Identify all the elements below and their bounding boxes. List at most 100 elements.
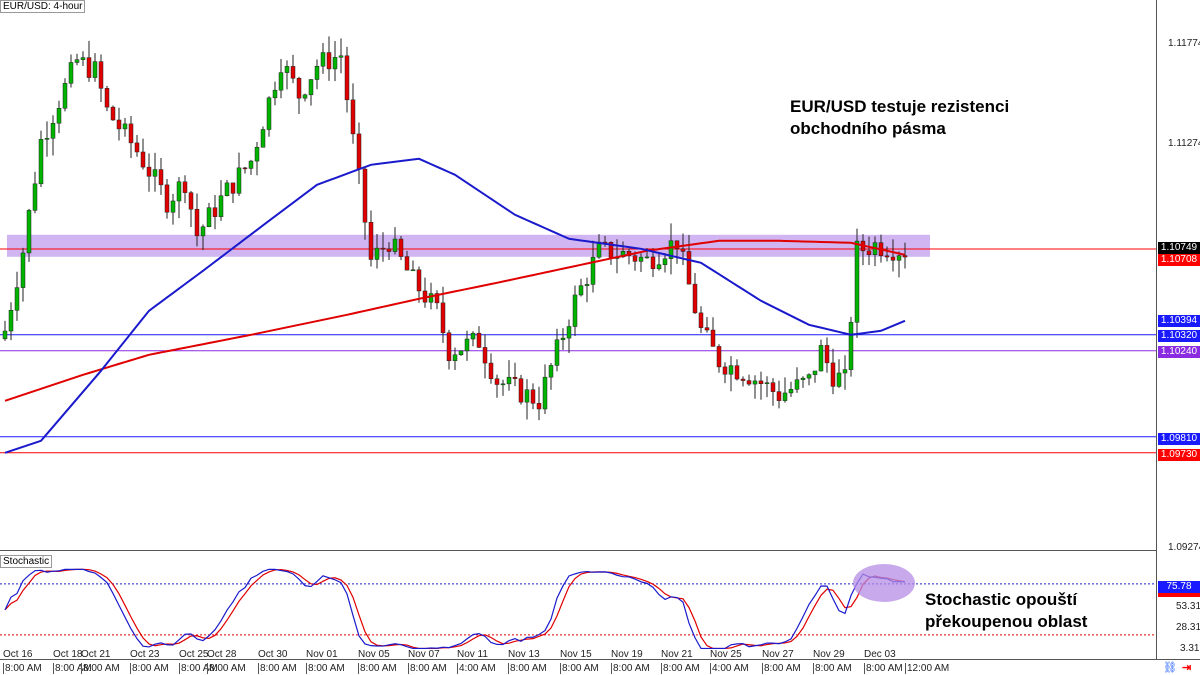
candle-body xyxy=(164,184,170,213)
link-icon[interactable]: ⛓ xyxy=(1163,661,1177,674)
candle-body xyxy=(68,62,74,84)
candle-body xyxy=(644,256,650,259)
candle-body xyxy=(902,255,908,258)
candle-body xyxy=(536,403,542,410)
price-tag: 1.09730 xyxy=(1158,449,1200,461)
date-label: Nov 05 xyxy=(358,649,390,660)
price-tick: 1.09274 xyxy=(1168,542,1200,553)
candle-body xyxy=(368,221,374,260)
candle-body xyxy=(896,255,902,261)
candle-body xyxy=(650,256,656,270)
candle-body xyxy=(362,168,368,223)
date-label: Oct 28 xyxy=(207,649,237,660)
time-label: 8:00 AM xyxy=(258,663,297,674)
candle-body xyxy=(44,138,50,140)
price-tag: 1.10708 xyxy=(1158,254,1200,266)
candle-body xyxy=(284,66,290,73)
candle-body xyxy=(260,129,266,148)
time-label: 8:00 AM xyxy=(130,663,169,674)
candle-body xyxy=(560,337,566,340)
candle-body xyxy=(524,389,530,403)
annotation-line: Stochastic opouští xyxy=(925,590,1078,609)
date-label: Nov 21 xyxy=(661,649,693,660)
date-label: Oct 30 xyxy=(258,649,288,660)
candle-body xyxy=(338,55,344,58)
candle-body xyxy=(722,366,728,375)
candle-body xyxy=(710,329,716,347)
stoch-tick: 53.31 xyxy=(1176,601,1200,612)
stoch-d-line xyxy=(4,568,906,650)
candle-body xyxy=(308,79,314,96)
candle-body xyxy=(92,61,98,78)
candle-body xyxy=(32,183,38,211)
candle-body xyxy=(194,208,200,237)
candle-body xyxy=(794,379,800,390)
candle-body xyxy=(56,108,62,124)
time-label: 8:00 AM xyxy=(207,663,246,674)
candle-body xyxy=(818,345,824,372)
candle-body xyxy=(236,167,242,194)
candle-body xyxy=(134,142,140,153)
candle-body xyxy=(128,123,134,144)
candle-body xyxy=(224,182,230,197)
candle-body xyxy=(458,350,464,356)
stoch-d-tag xyxy=(1158,593,1200,597)
price-tick: 1.11774 xyxy=(1168,38,1200,49)
candle-body xyxy=(824,345,830,364)
annotation-main: EUR/USD testuje rezistenci obchodního pá… xyxy=(790,96,1009,140)
time-label: 12:00 AM xyxy=(905,663,950,674)
candle-body xyxy=(38,139,44,185)
time-label: 8:00 AM xyxy=(864,663,903,674)
candle-body xyxy=(704,327,710,331)
chart-canvas[interactable] xyxy=(0,0,1200,675)
candle-body xyxy=(152,169,158,177)
candle-body xyxy=(632,255,638,262)
date-label: Nov 11 xyxy=(457,649,488,660)
candle-body xyxy=(572,294,578,327)
time-label: 4:00 AM xyxy=(710,663,749,674)
candle-body xyxy=(392,238,398,252)
candle-body xyxy=(410,269,416,272)
chart-title: EUR/USD: 4-hour xyxy=(0,0,86,13)
candle-body xyxy=(218,195,224,217)
candle-body xyxy=(80,57,86,60)
candle-body xyxy=(482,347,488,364)
candle-body xyxy=(542,376,548,410)
candle-body xyxy=(638,256,644,262)
candle-body xyxy=(314,66,320,80)
date-label: Oct 21 xyxy=(81,649,111,660)
candle-body xyxy=(680,248,686,252)
candle-body xyxy=(170,200,176,213)
candle-body xyxy=(584,284,590,286)
candle-body xyxy=(158,169,164,186)
candle-body xyxy=(2,330,8,340)
candle-body xyxy=(476,332,482,348)
time-label: 8:00 AM xyxy=(3,663,42,674)
candle-body xyxy=(146,166,152,177)
candle-body xyxy=(104,88,110,108)
candle-body xyxy=(386,248,392,252)
date-label: Nov 15 xyxy=(560,649,592,660)
candle-body xyxy=(596,241,602,258)
candle-body xyxy=(506,376,512,385)
candle-body xyxy=(20,252,26,288)
price-tag: 1.10749 xyxy=(1158,242,1200,254)
stoch-tick: 3.31 xyxy=(1180,643,1200,654)
time-label: 8:00 AM xyxy=(306,663,345,674)
candle-body xyxy=(488,362,494,380)
candle-body xyxy=(692,283,698,314)
candle-body xyxy=(278,72,284,91)
time-label: 8:00 AM xyxy=(560,663,599,674)
date-label: Nov 25 xyxy=(710,649,742,660)
candle-body xyxy=(452,354,458,362)
ma-blue-line xyxy=(4,157,906,454)
candle-body xyxy=(416,269,422,292)
candle-body xyxy=(356,133,362,170)
time-label: 8:00 AM xyxy=(813,663,852,674)
candle-body xyxy=(752,380,758,385)
scroll-to-end-icon[interactable]: ⇥ xyxy=(1182,661,1191,674)
candle-body xyxy=(746,380,752,385)
candle-body xyxy=(686,251,692,285)
candle-body xyxy=(272,89,278,99)
date-label: Nov 19 xyxy=(611,649,643,660)
